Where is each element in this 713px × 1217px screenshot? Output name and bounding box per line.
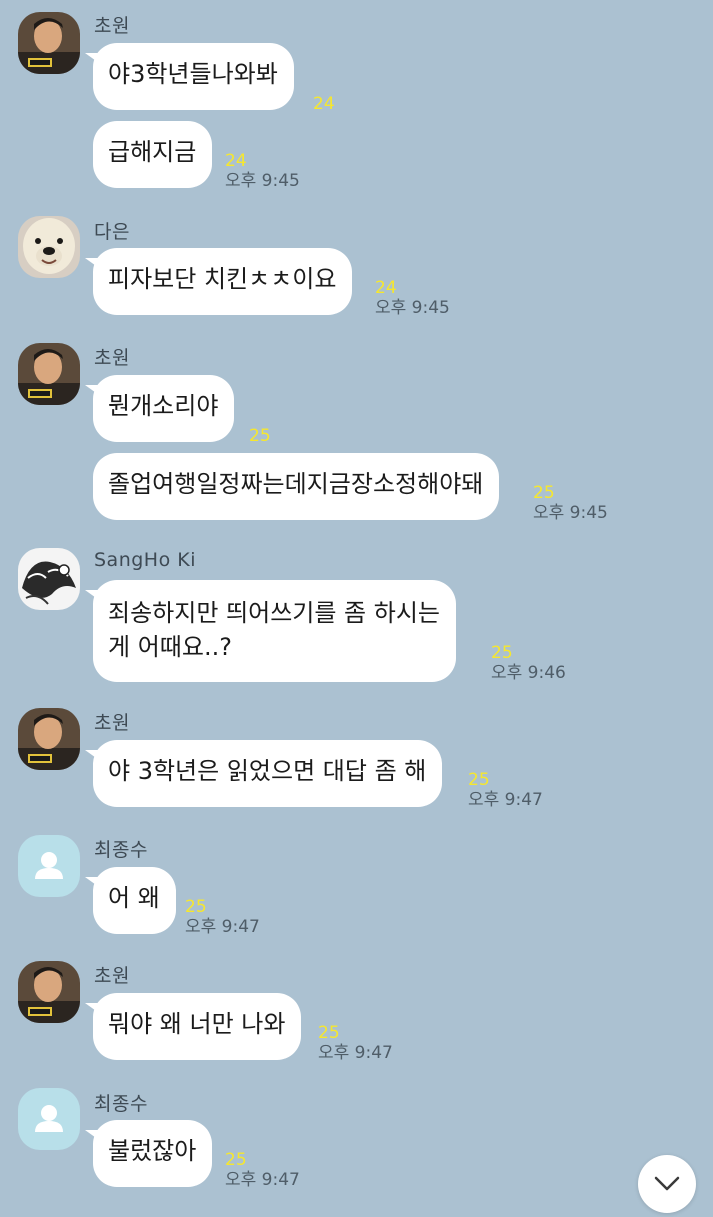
message-meta: 25 오후 9:46: [491, 643, 566, 683]
person-icon: [35, 1105, 63, 1132]
message-text: 급해지금: [108, 138, 197, 166]
message-meta: 25 오후 9:47: [225, 1150, 300, 1190]
message-meta: 24: [313, 94, 335, 114]
scroll-to-bottom-button[interactable]: [638, 1155, 696, 1213]
person-icon: [35, 852, 63, 879]
avatar-chowon[interactable]: [18, 708, 80, 770]
message-meta: 25 오후 9:47: [318, 1023, 393, 1063]
unread-count: 24: [225, 151, 247, 171]
message-bubble[interactable]: 야3학년들나와봐: [85, 43, 294, 110]
unread-count: 25: [533, 483, 555, 503]
message-text: 불렀잖아: [108, 1137, 197, 1165]
message-time: 오후 9:45: [225, 171, 300, 191]
sender-name: 초원: [94, 347, 130, 369]
avatar-chowon[interactable]: [18, 961, 80, 1023]
avatar-chowon[interactable]: [18, 343, 80, 405]
message-meta: 25 오후 9:45: [533, 483, 608, 523]
avatar-default[interactable]: [18, 1088, 80, 1150]
message-bubble[interactable]: 졸업여행일정짜는데지금장소정해야돼: [93, 453, 500, 520]
message-time: 오후 9:47: [468, 790, 543, 810]
sender-name: 다은: [94, 221, 130, 243]
unread-count: 24: [375, 278, 397, 298]
sender-name: 초원: [94, 15, 130, 37]
message-text: 뭐야 왜 너만 나와: [108, 1010, 286, 1038]
message-text: 졸업여행일정짜는데지금장소정해야돼: [108, 470, 484, 498]
avatar-chowon[interactable]: [18, 12, 80, 74]
unread-count: 25: [249, 426, 271, 446]
unread-count: 25: [491, 643, 513, 663]
message-time: 오후 9:47: [185, 917, 260, 937]
message-meta: 25 오후 9:47: [185, 897, 260, 937]
message-text: 야3학년들나와봐: [108, 60, 278, 88]
message-bubble[interactable]: 뭐야 왜 너만 나와: [84, 993, 302, 1060]
sender-name: 초원: [94, 965, 130, 987]
avatar-default[interactable]: [18, 835, 80, 897]
message-bubble[interactable]: 불렀잖아: [84, 1120, 213, 1187]
message-text: 야 3학년은 읽었으면 대답 좀 해: [108, 757, 427, 785]
unread-count: 25: [468, 770, 490, 790]
message-time: 오후 9:45: [375, 298, 450, 318]
sender-name: 최종수: [94, 1093, 148, 1115]
message-time: 오후 9:46: [491, 663, 566, 683]
unread-count: 25: [225, 1150, 247, 1170]
message-bubble[interactable]: 피자보단 치킨ㅊㅊ이요: [84, 248, 353, 315]
avatar-daeun[interactable]: [18, 216, 80, 278]
sender-name: 최종수: [94, 839, 148, 861]
message-bubble[interactable]: 뭔개소리야: [84, 375, 235, 442]
message-text-line: 게 어때요..?: [108, 633, 232, 661]
message-meta: 25: [249, 426, 271, 446]
message-bubble[interactable]: 죄송하지만 띄어쓰기를 좀 하시는 게 어때요..?: [84, 580, 457, 682]
message-time: 오후 9:47: [225, 1170, 300, 1190]
message-time: 오후 9:45: [533, 503, 608, 523]
unread-count: 25: [185, 897, 207, 917]
avatar-sangho-ki[interactable]: [18, 548, 80, 610]
message-bubble[interactable]: 급해지금: [93, 121, 213, 188]
unread-count: 24: [313, 94, 335, 114]
chevron-down-icon: [654, 1176, 680, 1191]
unread-count: 25: [318, 1023, 340, 1043]
message-text: 어 왜: [108, 884, 160, 912]
message-bubble[interactable]: 야 3학년은 읽었으면 대답 좀 해: [84, 740, 443, 807]
message-meta: 24 오후 9:45: [375, 278, 450, 318]
message-time: 오후 9:47: [318, 1043, 393, 1063]
message-text: 뭔개소리야: [108, 392, 219, 420]
message-bubble[interactable]: 어 왜: [85, 867, 176, 934]
message-meta: 25 오후 9:47: [468, 770, 543, 810]
message-meta: 24 오후 9:45: [225, 151, 300, 191]
message-text-line: 죄송하지만 띄어쓰기를 좀 하시는: [108, 599, 441, 627]
sender-name: 초원: [94, 712, 130, 734]
message-text: 피자보단 치킨ㅊㅊ이요: [108, 265, 337, 293]
sender-name: SangHo Ki: [94, 549, 196, 571]
